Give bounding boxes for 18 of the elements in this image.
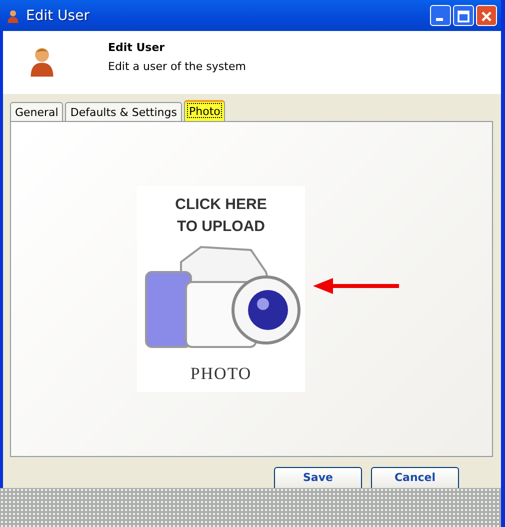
- close-button[interactable]: [476, 5, 497, 26]
- minimize-button[interactable]: [430, 5, 451, 26]
- user-icon: [6, 8, 20, 24]
- header-title: Edit User: [108, 41, 166, 54]
- user-icon: [29, 45, 55, 77]
- upload-text: CLICK HERE TO UPLOAD: [175, 195, 267, 237]
- header-subtitle: Edit a user of the system: [108, 60, 246, 73]
- tab[interactable]: Photo: [184, 100, 226, 121]
- minimize-icon: [436, 18, 443, 21]
- arrow-icon: [311, 276, 401, 296]
- window-title: Edit User: [26, 8, 90, 24]
- dialog-button[interactable]: Save: [274, 467, 362, 488]
- photo-upload-button[interactable]: CLICK HERE TO UPLOAD PHOTO: [137, 186, 305, 392]
- tab[interactable]: General: [10, 102, 64, 121]
- upload-caption: PHOTO: [190, 364, 252, 384]
- dialog-button[interactable]: Cancel: [371, 467, 459, 488]
- tab[interactable]: Defaults & Settings: [65, 102, 182, 121]
- maximize-button[interactable]: [453, 5, 474, 26]
